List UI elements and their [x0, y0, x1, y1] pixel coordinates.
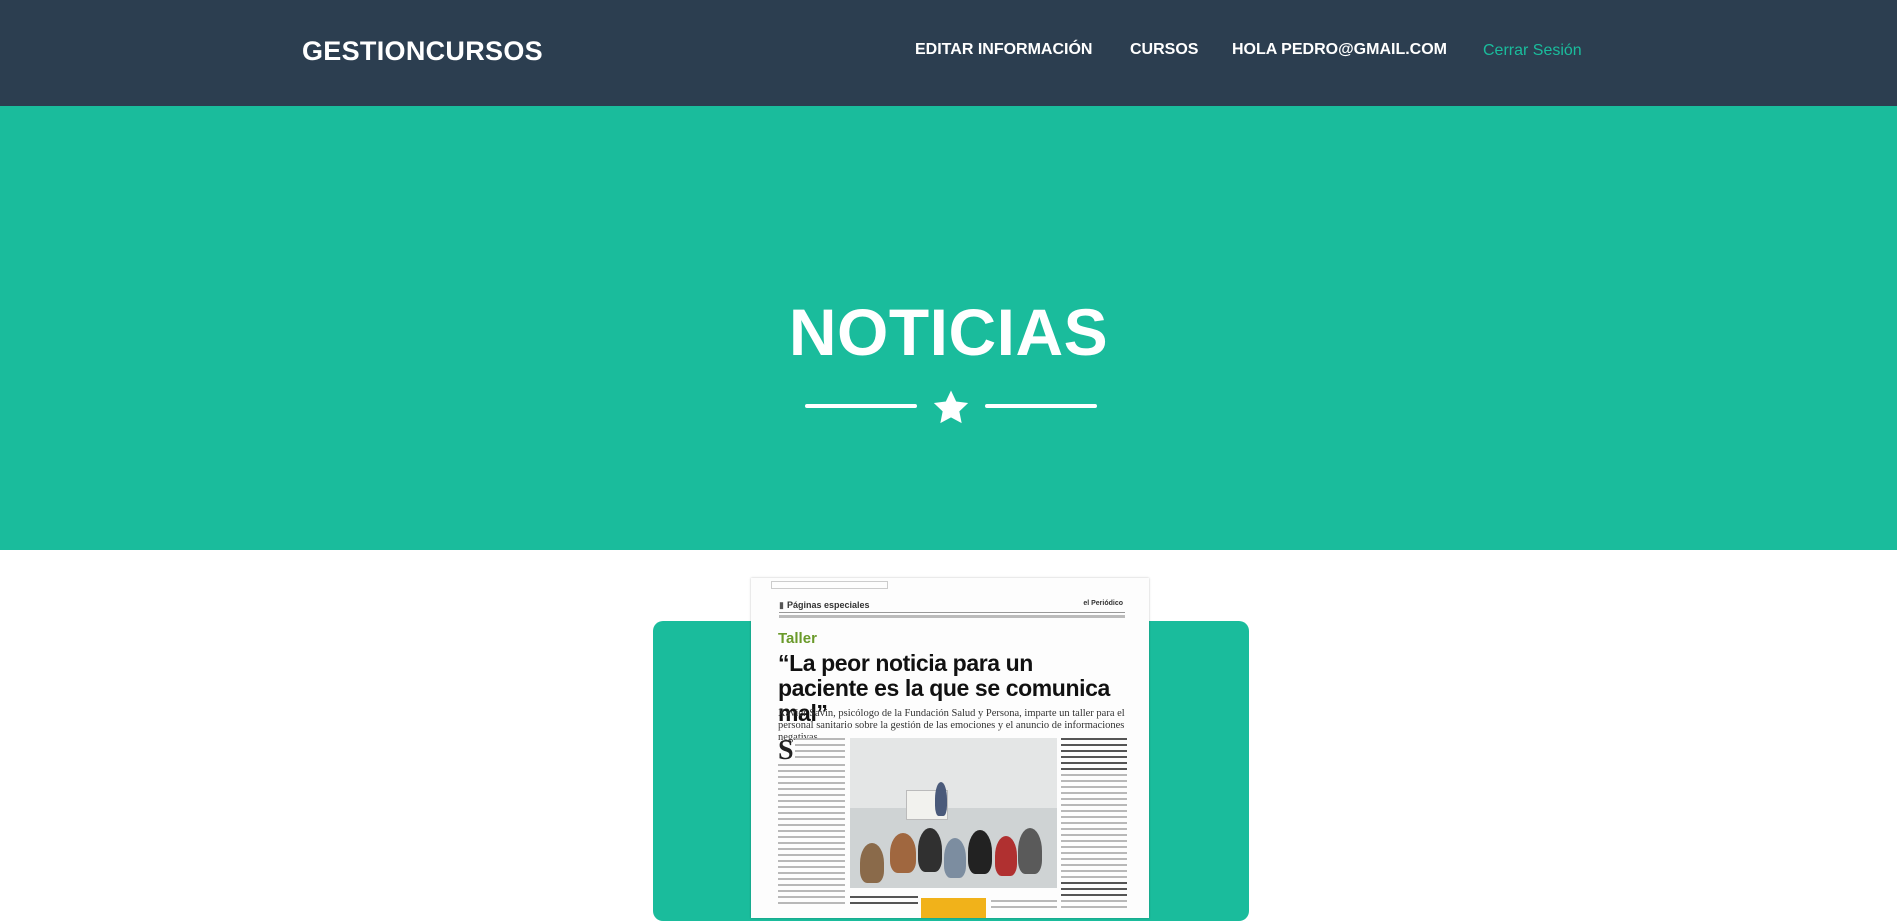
- nav-editar-informacion[interactable]: EDITAR INFORMACIÓN: [915, 41, 1092, 59]
- clipping-text-column-2: [850, 896, 918, 908]
- hero-section: NOTICIAS: [0, 106, 1897, 550]
- clipping-text-column-1b: [778, 764, 845, 908]
- section-marker-icon: ▮: [779, 600, 784, 610]
- top-navbar: GESTIONCURSOS EDITAR INFORMACIÓN CURSOS …: [0, 0, 1897, 106]
- logout-link[interactable]: Cerrar Sesión: [1483, 42, 1582, 60]
- clipping-text-column-1: [795, 738, 845, 762]
- nav-user-greeting[interactable]: HOLA PEDRO@GMAIL.COM: [1232, 41, 1447, 59]
- brand-logo[interactable]: GESTIONCURSOS: [302, 36, 543, 67]
- page-title: NOTICIAS: [788, 295, 1109, 369]
- divider-line-right: [985, 404, 1097, 408]
- clipping-photo: [850, 738, 1057, 888]
- clipping-kicker: Taller: [778, 630, 817, 647]
- clipping-text-column-3: [991, 900, 1057, 912]
- clipping-highlight-column: [1061, 738, 1127, 912]
- divider-line-left: [805, 404, 917, 408]
- clipping-header-box: [771, 581, 888, 589]
- clipping-rule-thick: [779, 615, 1125, 618]
- clipping-rule-thin: [779, 612, 1125, 613]
- clipping-yellow-tag: [921, 898, 986, 918]
- clipping-paper-name: el Periódico: [1083, 600, 1123, 607]
- clipping-dropcap: S: [778, 735, 794, 766]
- news-clipping-image[interactable]: ▮ Páginas especiales el Periódico Taller…: [751, 578, 1149, 918]
- clipping-section: Páginas especiales: [787, 600, 870, 610]
- star-icon: [933, 390, 969, 424]
- nav-cursos[interactable]: CURSOS: [1130, 41, 1198, 59]
